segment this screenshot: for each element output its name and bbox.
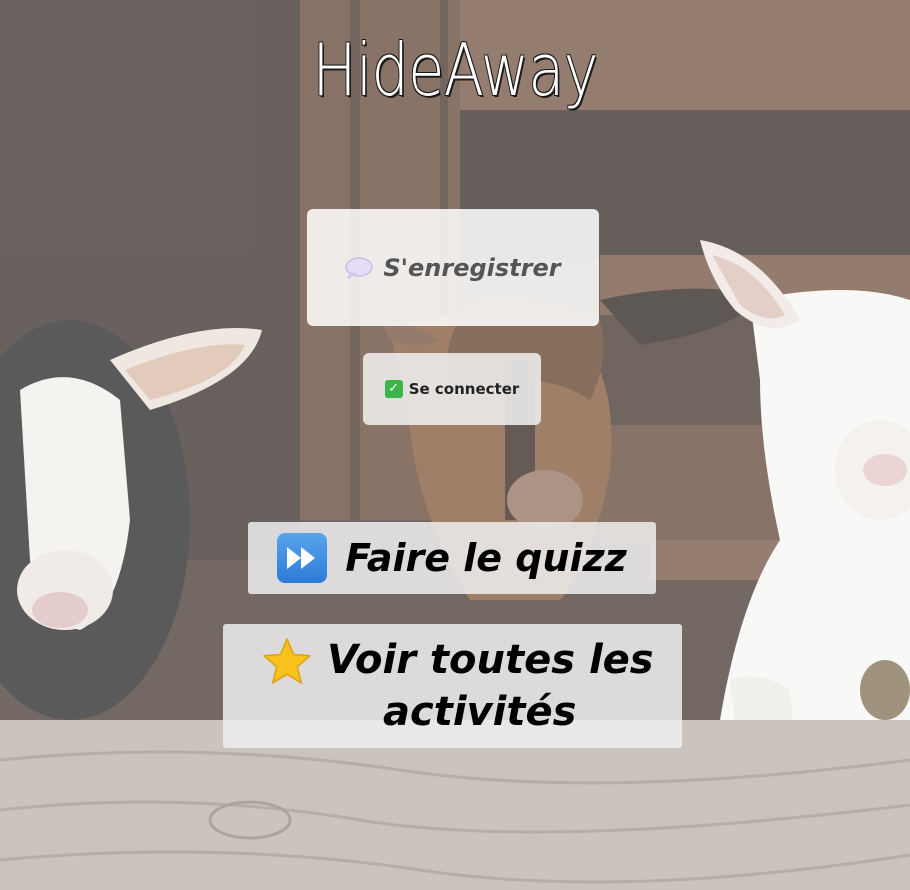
login-button[interactable]: ✓ Se connecter	[363, 353, 541, 425]
activities-button[interactable]: Voir toutes les activités	[223, 624, 682, 748]
login-button-label: Se connecter	[408, 380, 520, 398]
check-mark-icon: ✓	[384, 380, 403, 398]
register-button[interactable]: S'enregistrer	[307, 209, 599, 326]
register-button-label: S'enregistrer	[383, 253, 561, 282]
background-photo	[0, 0, 910, 890]
star-icon	[261, 636, 313, 688]
quiz-button-label: Faire le quizz	[345, 536, 627, 580]
activities-button-label-line1: Voir toutes les	[327, 637, 654, 683]
activities-button-label-line2: activités	[383, 689, 577, 735]
speech-bubble-icon	[345, 256, 373, 279]
quiz-button[interactable]: Faire le quizz	[248, 522, 656, 594]
fast-forward-icon	[277, 533, 328, 583]
app-title: HideAway	[312, 28, 598, 112]
